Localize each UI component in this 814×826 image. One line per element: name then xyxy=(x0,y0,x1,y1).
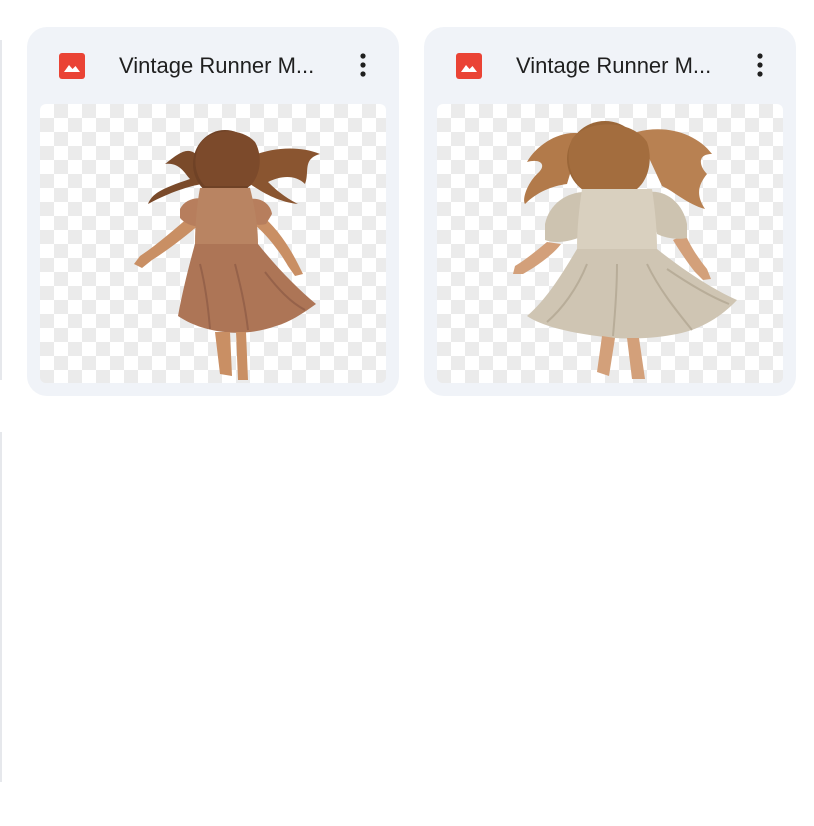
more-options-button[interactable] xyxy=(740,45,780,85)
image-file-icon xyxy=(456,53,482,79)
image-file-icon xyxy=(59,53,85,79)
file-card-header: Vintage Runner M... xyxy=(424,27,796,103)
more-vert-icon xyxy=(360,53,366,77)
left-divider xyxy=(0,432,2,782)
file-grid: Vintage Runner M... Vintage Runner M... xyxy=(0,0,814,826)
girl-running-brown-dress-image xyxy=(134,130,320,380)
file-thumbnail[interactable] xyxy=(437,104,783,383)
file-card[interactable]: Vintage Runner M... xyxy=(27,27,399,396)
more-options-button[interactable] xyxy=(343,45,383,85)
file-card-header: Vintage Runner M... xyxy=(27,27,399,103)
file-card[interactable]: Vintage Runner M... xyxy=(424,27,796,396)
file-name[interactable]: Vintage Runner M... xyxy=(119,51,333,81)
file-thumbnail[interactable] xyxy=(40,104,386,383)
more-vert-icon xyxy=(757,53,763,77)
left-divider xyxy=(0,40,2,380)
file-name[interactable]: Vintage Runner M... xyxy=(516,51,730,81)
girl-running-cream-dress-image xyxy=(513,121,737,379)
